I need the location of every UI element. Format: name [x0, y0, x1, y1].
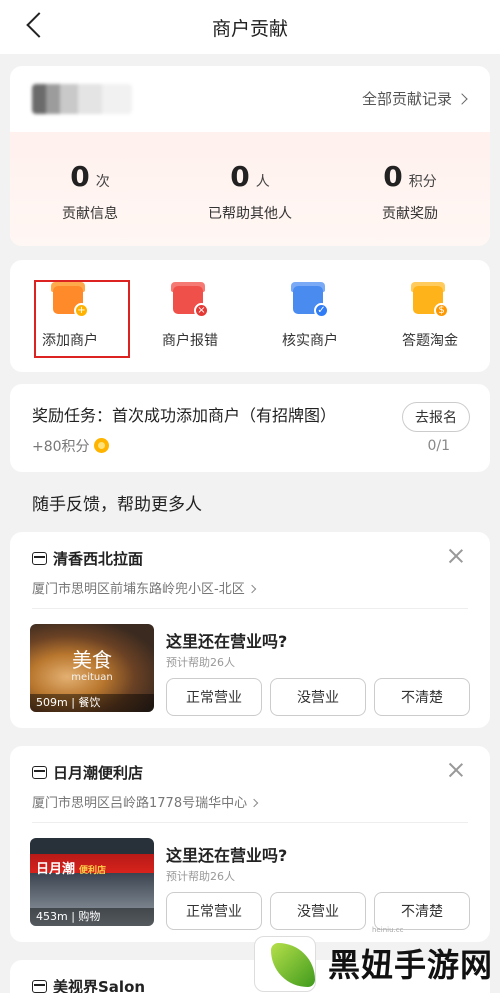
photo-subtitle: meituan [71, 672, 113, 683]
section-title: 随手反馈，帮助更多人 [32, 495, 202, 515]
stat-unit: 次 [95, 174, 110, 190]
all-records-label: 全部贡献记录 [361, 90, 452, 108]
shop-sign-text: 日月潮 [36, 862, 76, 877]
task-title: 奖励任务：首次成功添加商户（有招牌图） [32, 406, 337, 425]
question: 这里还在营业吗? [166, 846, 288, 865]
watermark-text: 黑妞手游网 [328, 946, 494, 984]
action-label: 商户报错 [162, 333, 218, 349]
task-progress: 0/1 [427, 438, 450, 454]
help-note: 预计帮助26人 [166, 870, 235, 883]
store-address-text: 厦门市思明区吕岭路1778号瑞华中心 [32, 796, 248, 811]
all-records-link[interactable]: 全部贡献记录 [361, 88, 468, 109]
option-closed-button[interactable]: 没营业 [270, 678, 366, 716]
stat-label: 贡献信息 [62, 206, 118, 222]
watermark-url: heiniu.cc [372, 926, 404, 934]
store-name-text: 美视界Salon [53, 978, 146, 993]
option-unsure-button[interactable]: 不清楚 [374, 678, 470, 716]
close-icon[interactable] [446, 546, 466, 566]
store-address[interactable]: 厦门市思明区吕岭路1778号瑞华中心 [32, 792, 259, 811]
stat-value: 0 [70, 160, 90, 193]
pager-dots [246, 460, 276, 464]
stat-helped[interactable]: 0人 已帮助其他人 [170, 132, 330, 246]
close-icon[interactable] [446, 760, 466, 780]
photo-title: 美食 [72, 648, 112, 672]
store-card: 清香西北拉面 厦门市思明区前埔东路岭兜小区-北区 美食 meituan 509m… [10, 532, 490, 728]
stat-value: 0 [383, 160, 403, 193]
task-points: +80积分 [32, 436, 109, 456]
option-open-button[interactable]: 正常营业 [166, 892, 262, 930]
stat-label: 已帮助其他人 [208, 206, 292, 222]
verify-store-icon: ✓ [291, 282, 329, 318]
action-label: 答题淘金 [402, 333, 458, 349]
shop-sign: 日月潮 便利店 [36, 858, 106, 877]
highlight-box [34, 280, 130, 358]
stat-unit: 积分 [408, 174, 437, 190]
user-stats-card: 全部贡献记录 0次 贡献信息 0人 已帮助其他人 0 积分 贡献奖励 [10, 66, 490, 246]
photo-tag: 509m | 餐饮 [30, 694, 154, 712]
shop-icon [32, 980, 47, 993]
stat-label: 贡献奖励 [382, 206, 438, 222]
store-photo[interactable]: 美食 meituan 509m | 餐饮 [30, 624, 154, 712]
shop-sign-sub: 便利店 [79, 866, 107, 876]
action-report-store[interactable]: × 商户报错 [130, 260, 250, 372]
stat-contributions[interactable]: 0次 贡献信息 [10, 132, 170, 246]
watermark: heiniu.cc 黑妞手游网 [254, 926, 500, 993]
store-card: 日月潮便利店 厦门市思明区吕岭路1778号瑞华中心 日月潮 便利店 453m | … [10, 746, 490, 942]
stat-unit: 人 [255, 174, 270, 190]
action-verify-store[interactable]: ✓ 核实商户 [250, 260, 370, 372]
store-name[interactable]: 美视界Salon [32, 976, 145, 993]
report-store-icon: × [171, 282, 209, 318]
quiz-gold-icon: $ [411, 282, 449, 318]
signup-button[interactable]: 去报名 [402, 402, 470, 432]
store-address-text: 厦门市思明区前埔东路岭兜小区-北区 [32, 582, 245, 597]
question: 这里还在营业吗? [166, 632, 288, 651]
shop-icon [32, 766, 47, 779]
reward-task-card: 奖励任务：首次成功添加商户（有招牌图） +80积分 去报名 0/1 [10, 384, 490, 472]
store-photo[interactable]: 日月潮 便利店 453m | 购物 [30, 838, 154, 926]
shop-icon [32, 552, 47, 565]
stat-rewards[interactable]: 0 积分 贡献奖励 [330, 132, 490, 246]
chevron-right-icon [249, 798, 259, 808]
chevron-right-icon [456, 93, 468, 105]
store-name[interactable]: 清香西北拉面 [32, 548, 143, 569]
divider [32, 608, 468, 609]
store-name-text: 清香西北拉面 [53, 550, 144, 568]
coin-icon [93, 438, 109, 453]
option-unsure-button[interactable]: 不清楚 [374, 892, 470, 930]
option-open-button[interactable]: 正常营业 [166, 678, 262, 716]
store-name[interactable]: 日月潮便利店 [32, 762, 143, 783]
store-name-text: 日月潮便利店 [53, 764, 144, 782]
help-note: 预计帮助26人 [166, 656, 235, 669]
stats-panel: 0次 贡献信息 0人 已帮助其他人 0 积分 贡献奖励 [10, 132, 490, 246]
photo-tag: 453m | 购物 [30, 908, 154, 926]
action-label: 核实商户 [282, 333, 338, 349]
store-address[interactable]: 厦门市思明区前埔东路岭兜小区-北区 [32, 578, 256, 597]
chevron-right-icon [247, 584, 256, 594]
action-quiz-gold[interactable]: $ 答题淘金 [370, 260, 490, 372]
divider [32, 822, 468, 823]
top-bar: 商户贡献 [0, 0, 500, 54]
actions-card: + 添加商户 × 商户报错 ✓ 核实商户 $ 答题淘金 [10, 260, 490, 372]
task-points-text: +80积分 [32, 439, 90, 455]
stat-value: 0 [230, 160, 250, 193]
blurred-username [32, 84, 132, 114]
watermark-logo-icon [254, 936, 316, 992]
page-title: 商户贡献 [211, 18, 288, 40]
option-closed-button[interactable]: 没营业 [270, 892, 366, 930]
